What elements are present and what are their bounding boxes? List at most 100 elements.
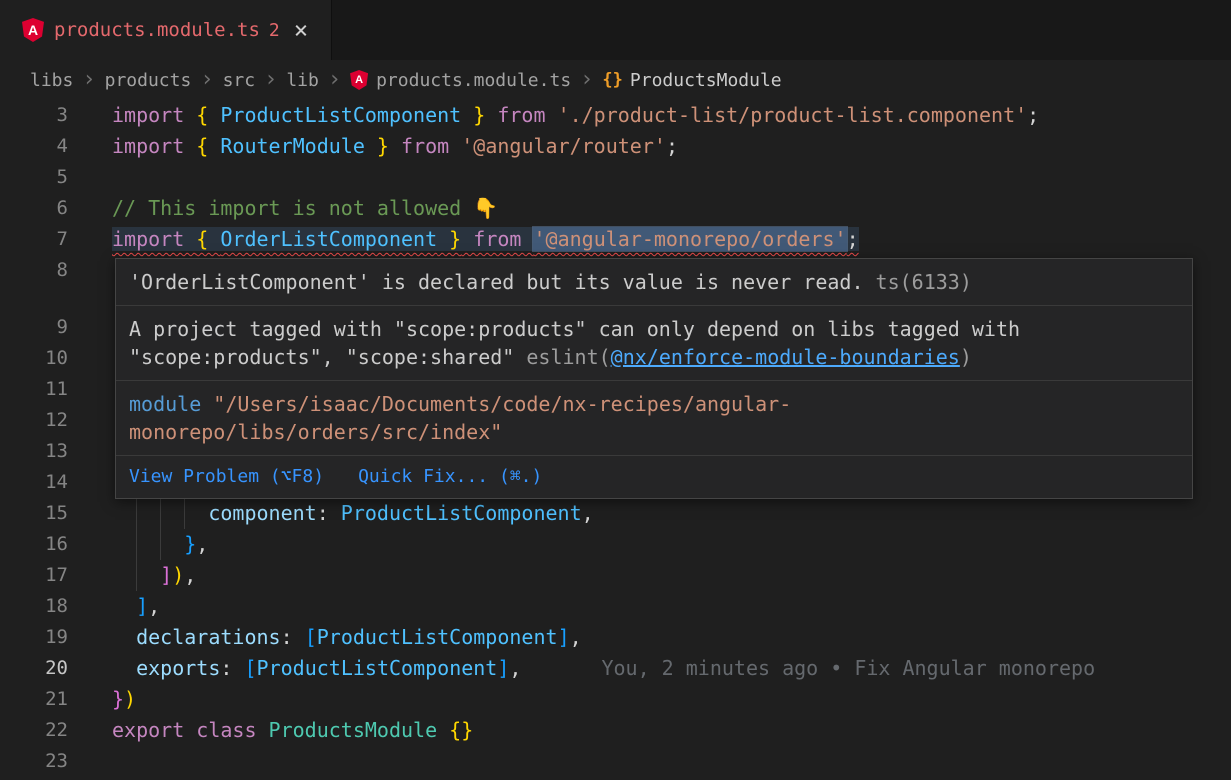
line-number[interactable]: 12	[0, 405, 68, 436]
text-token: module	[129, 392, 213, 416]
code-token	[112, 532, 184, 556]
breadcrumb-src[interactable]: src	[223, 70, 256, 91]
code-line-5[interactable]: 5	[0, 162, 1231, 193]
line-number[interactable]: 7	[0, 224, 68, 255]
class-symbol-icon: {}	[602, 70, 622, 90]
code-line-18[interactable]: 18 ],	[0, 591, 1231, 622]
breadcrumb-libs[interactable]: libs	[30, 70, 73, 91]
breadcrumb-lib[interactable]: lib	[286, 70, 319, 91]
line-number[interactable]: 20	[0, 653, 68, 684]
line-number[interactable]: 6	[0, 193, 68, 224]
code-text-span: declarations: [ProductListComponent],	[112, 625, 582, 649]
line-number[interactable]: 22	[0, 715, 68, 746]
code-token: ProductListComponent	[220, 103, 461, 127]
code-token: exports	[136, 656, 220, 680]
code-token: class	[196, 718, 268, 742]
line-number[interactable]: 17	[0, 560, 68, 591]
code-line-16[interactable]: 16 },	[0, 529, 1231, 560]
breadcrumb-symbol[interactable]: {} ProductsModule	[602, 70, 781, 91]
code-line-7[interactable]: 7 import { OrderListComponent } from '@an…	[0, 224, 1231, 255]
code-token: export	[112, 718, 196, 742]
indent-guide	[160, 529, 161, 560]
code-token: {	[196, 227, 220, 251]
text-token: "/Users/isaac/Documents/code/nx-recipes/…	[213, 392, 791, 416]
code-line-19[interactable]: 19 declarations: [ProductListComponent],	[0, 622, 1231, 653]
code-token: ,	[184, 563, 196, 587]
code-line-15[interactable]: 15 component: ProductListComponent,	[0, 498, 1231, 529]
code-token: ,	[509, 656, 521, 680]
code-token	[112, 656, 136, 680]
line-number[interactable]: 3	[0, 100, 68, 131]
text-token: ts(6133)	[876, 270, 972, 294]
chevron-right-icon: ›	[328, 69, 341, 91]
indent-guide	[136, 560, 137, 591]
indent-guide	[136, 498, 137, 529]
line-number[interactable]: 10	[0, 343, 68, 374]
line-number[interactable]: 23	[0, 746, 68, 777]
eslint-rule-link[interactable]: @nx/enforce-module-boundaries	[611, 345, 960, 369]
code-token: ]	[497, 656, 509, 680]
code-token: ProductListComponent	[257, 656, 498, 680]
code-token: import	[112, 103, 196, 127]
ts-error-message: 'OrderListComponent' is declared but its…	[116, 259, 1192, 306]
indent-guide	[160, 498, 161, 529]
code-token: ;	[666, 134, 678, 158]
line-number[interactable]: 5	[0, 162, 68, 193]
angular-icon: A	[350, 70, 368, 90]
line-number[interactable]: 13	[0, 436, 68, 467]
line-number[interactable]: 8	[0, 255, 68, 286]
breadcrumb: libs › products › src › lib › A products…	[0, 60, 1231, 100]
tab-close-icon[interactable]: ×	[294, 18, 308, 42]
code-text-span: ],	[112, 594, 160, 618]
breadcrumb-file[interactable]: A products.module.ts	[350, 70, 571, 91]
code-token: // This import is not allowed 👇	[112, 196, 498, 220]
tab-products-module[interactable]: A products.module.ts 2 ×	[0, 0, 332, 60]
quick-fix-action[interactable]: Quick Fix... (⌘.)	[358, 464, 542, 490]
breadcrumb-symbol-label: ProductsModule	[630, 70, 782, 91]
line-content: // This import is not allowed 👇	[112, 193, 1231, 224]
line-number[interactable]: 21	[0, 684, 68, 715]
code-token: from	[485, 103, 557, 127]
eslint-error-message: A project tagged with "scope:products" c…	[116, 306, 1192, 381]
breadcrumb-products[interactable]: products	[105, 70, 192, 91]
line-content: })	[112, 684, 1231, 715]
code-line-17[interactable]: 17 ]),	[0, 560, 1231, 591]
code-text-span: import { ProductListComponent } from './…	[112, 103, 1039, 127]
line-content	[112, 162, 1231, 193]
code-text-span: })	[112, 687, 136, 711]
line-content	[112, 746, 1231, 777]
code-token: }	[112, 687, 124, 711]
code-line-20[interactable]: 20 exports: [ProductListComponent],You, …	[0, 653, 1231, 684]
code-line-4[interactable]: 4import { RouterModule } from '@angular/…	[0, 131, 1231, 162]
line-number[interactable]: 19	[0, 622, 68, 653]
line-number[interactable]: 18	[0, 591, 68, 622]
code-token: ,	[148, 594, 160, 618]
eslint-error-line-2: "scope:products", "scope:shared" eslint(…	[129, 343, 1179, 371]
editor[interactable]: 3 import { ProductListComponent } from '.…	[0, 100, 1231, 780]
line-number[interactable]: 16	[0, 529, 68, 560]
line-number[interactable]: 15	[0, 498, 68, 529]
line-number[interactable]: 9	[0, 312, 68, 343]
code-line-3[interactable]: 3 import { ProductListComponent } from '.…	[0, 100, 1231, 131]
code-line-23[interactable]: 23	[0, 746, 1231, 777]
code-line-21[interactable]: 21})	[0, 684, 1231, 715]
code-token: ]	[160, 563, 172, 587]
code-token: import	[112, 134, 196, 158]
eslint-error-line-1: A project tagged with "scope:products" c…	[129, 315, 1179, 343]
code-line-22[interactable]: 22export class ProductsModule {}	[0, 715, 1231, 746]
code-line-6[interactable]: 6 // This import is not allowed 👇	[0, 193, 1231, 224]
line-number[interactable]: 14	[0, 467, 68, 498]
tab-title: products.module.ts	[54, 19, 260, 41]
hover-actions: View Problem (⌥F8) Quick Fix... (⌘.)	[116, 456, 1192, 498]
angular-icon-letter: A	[355, 75, 363, 86]
indent-guide	[184, 498, 185, 529]
line-number[interactable]: 4	[0, 131, 68, 162]
line-content: import { OrderListComponent } from '@ang…	[112, 224, 1231, 255]
module-info-line-1: module "/Users/isaac/Documents/code/nx-r…	[129, 390, 1179, 418]
line-number[interactable]: 11	[0, 374, 68, 405]
view-problem-action[interactable]: View Problem (⌥F8)	[129, 464, 324, 490]
line-content: ]),	[112, 560, 1231, 591]
breadcrumb-file-label: products.module.ts	[376, 70, 571, 91]
code-token	[437, 718, 449, 742]
ts-error-line: 'OrderListComponent' is declared but its…	[129, 268, 1179, 296]
